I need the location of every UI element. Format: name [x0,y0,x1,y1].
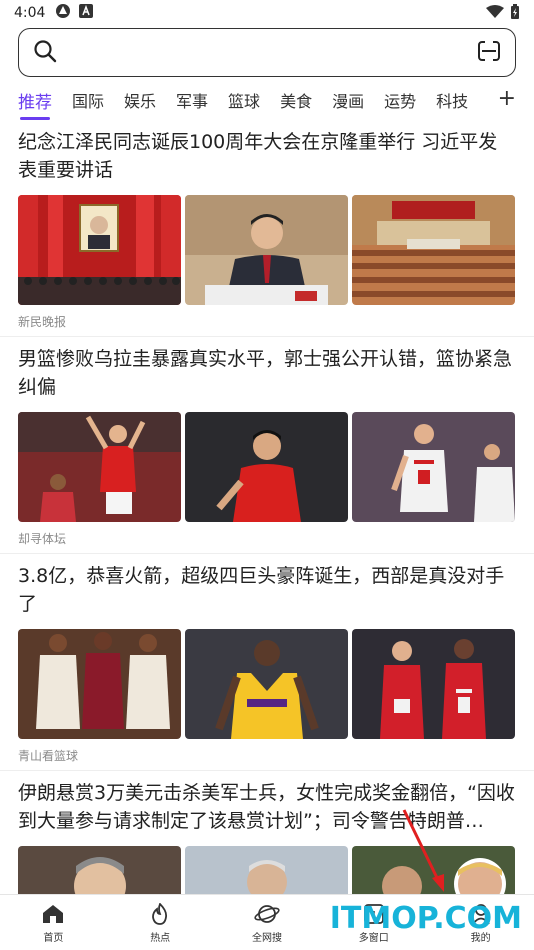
article-image[interactable] [352,412,515,522]
article-image[interactable] [352,195,515,305]
article-thumbnails [18,412,516,522]
tab-comics[interactable]: 漫画 [332,88,364,112]
search-icon[interactable] [33,39,57,67]
scan-icon[interactable] [477,39,501,67]
article-image[interactable] [185,846,348,894]
tab-horoscope[interactable]: 运势 [384,88,416,112]
news-article[interactable]: 伊朗悬赏3万美元击杀美军士兵，女性完成奖金翻倍，“因收到大量参与请求制定了该悬赏… [0,771,534,894]
tab-basketball[interactable]: 篮球 [228,88,260,112]
add-tab-button[interactable]: + [498,82,516,116]
article-title[interactable]: 纪念江泽民同志诞辰100周年大会在京隆重举行 习近平发表重要讲话 [18,128,516,186]
search-bar[interactable] [18,28,516,77]
watermark: ITMOP.COM [329,901,522,936]
tab-entertainment[interactable]: 娱乐 [124,88,156,112]
tab-military[interactable]: 军事 [176,88,208,112]
article-image[interactable] [18,629,181,739]
search-input[interactable] [69,43,477,62]
tab-food[interactable]: 美食 [280,88,312,112]
article-image[interactable] [18,195,181,305]
article-title[interactable]: 3.8亿，恭喜火箭，超级四巨头豪阵诞生，西部是真没对手了 [18,562,516,620]
nav-label: 全网搜 [251,933,282,944]
news-feed: 纪念江泽民同志诞辰100周年大会在京隆重举行 习近平发表重要讲话 新民晚报 男篮… [0,120,534,894]
article-image[interactable] [185,629,348,739]
home-icon [42,901,64,927]
flame-icon [151,901,169,927]
wifi-icon [486,5,504,23]
annotation-arrow [402,809,444,892]
news-article[interactable]: 3.8亿，恭喜火箭，超级四巨头豪阵诞生，西部是真没对手了 青山看篮球 [0,554,534,771]
tab-international[interactable]: 国际 [72,88,104,112]
article-title[interactable]: 男篮惨败乌拉圭暴露真实水平，郭士强公开认错，篮协紧急纠偏 [18,345,516,403]
status-time: 4:04 [14,5,46,21]
news-article[interactable]: 男篮惨败乌拉圭暴露真实水平，郭士强公开认错，篮协紧急纠偏 却寻体坛 [0,337,534,554]
planet-icon [254,901,280,927]
nav-label: 热点 [150,933,171,944]
nav-home[interactable]: 首页 [13,901,93,944]
category-tabs: 推荐 国际 娱乐 军事 篮球 美食 漫画 运势 科技 + [0,82,534,120]
article-image[interactable] [185,195,348,305]
nav-search-all[interactable]: 全网搜 [227,901,307,944]
status-bar: 4:04 [0,0,534,26]
article-source: 新民晚报 [18,315,67,329]
article-thumbnails [18,195,516,305]
a-notification-icon [79,4,94,22]
battery-icon [510,4,520,24]
nav-label: 首页 [43,933,64,944]
news-article[interactable]: 纪念江泽民同志诞辰100周年大会在京隆重举行 习近平发表重要讲话 新民晚报 [0,120,534,337]
article-source: 青山看篮球 [18,749,79,763]
article-image[interactable] [18,846,181,894]
nav-hot[interactable]: 热点 [120,901,200,944]
app-notification-icon [55,3,71,23]
tab-recommend[interactable]: 推荐 [18,88,52,120]
article-source: 却寻体坛 [18,532,67,546]
tab-tech[interactable]: 科技 [436,88,468,112]
article-image[interactable] [352,629,515,739]
article-image[interactable] [185,412,348,522]
article-image[interactable] [18,412,181,522]
article-thumbnails [18,629,516,739]
